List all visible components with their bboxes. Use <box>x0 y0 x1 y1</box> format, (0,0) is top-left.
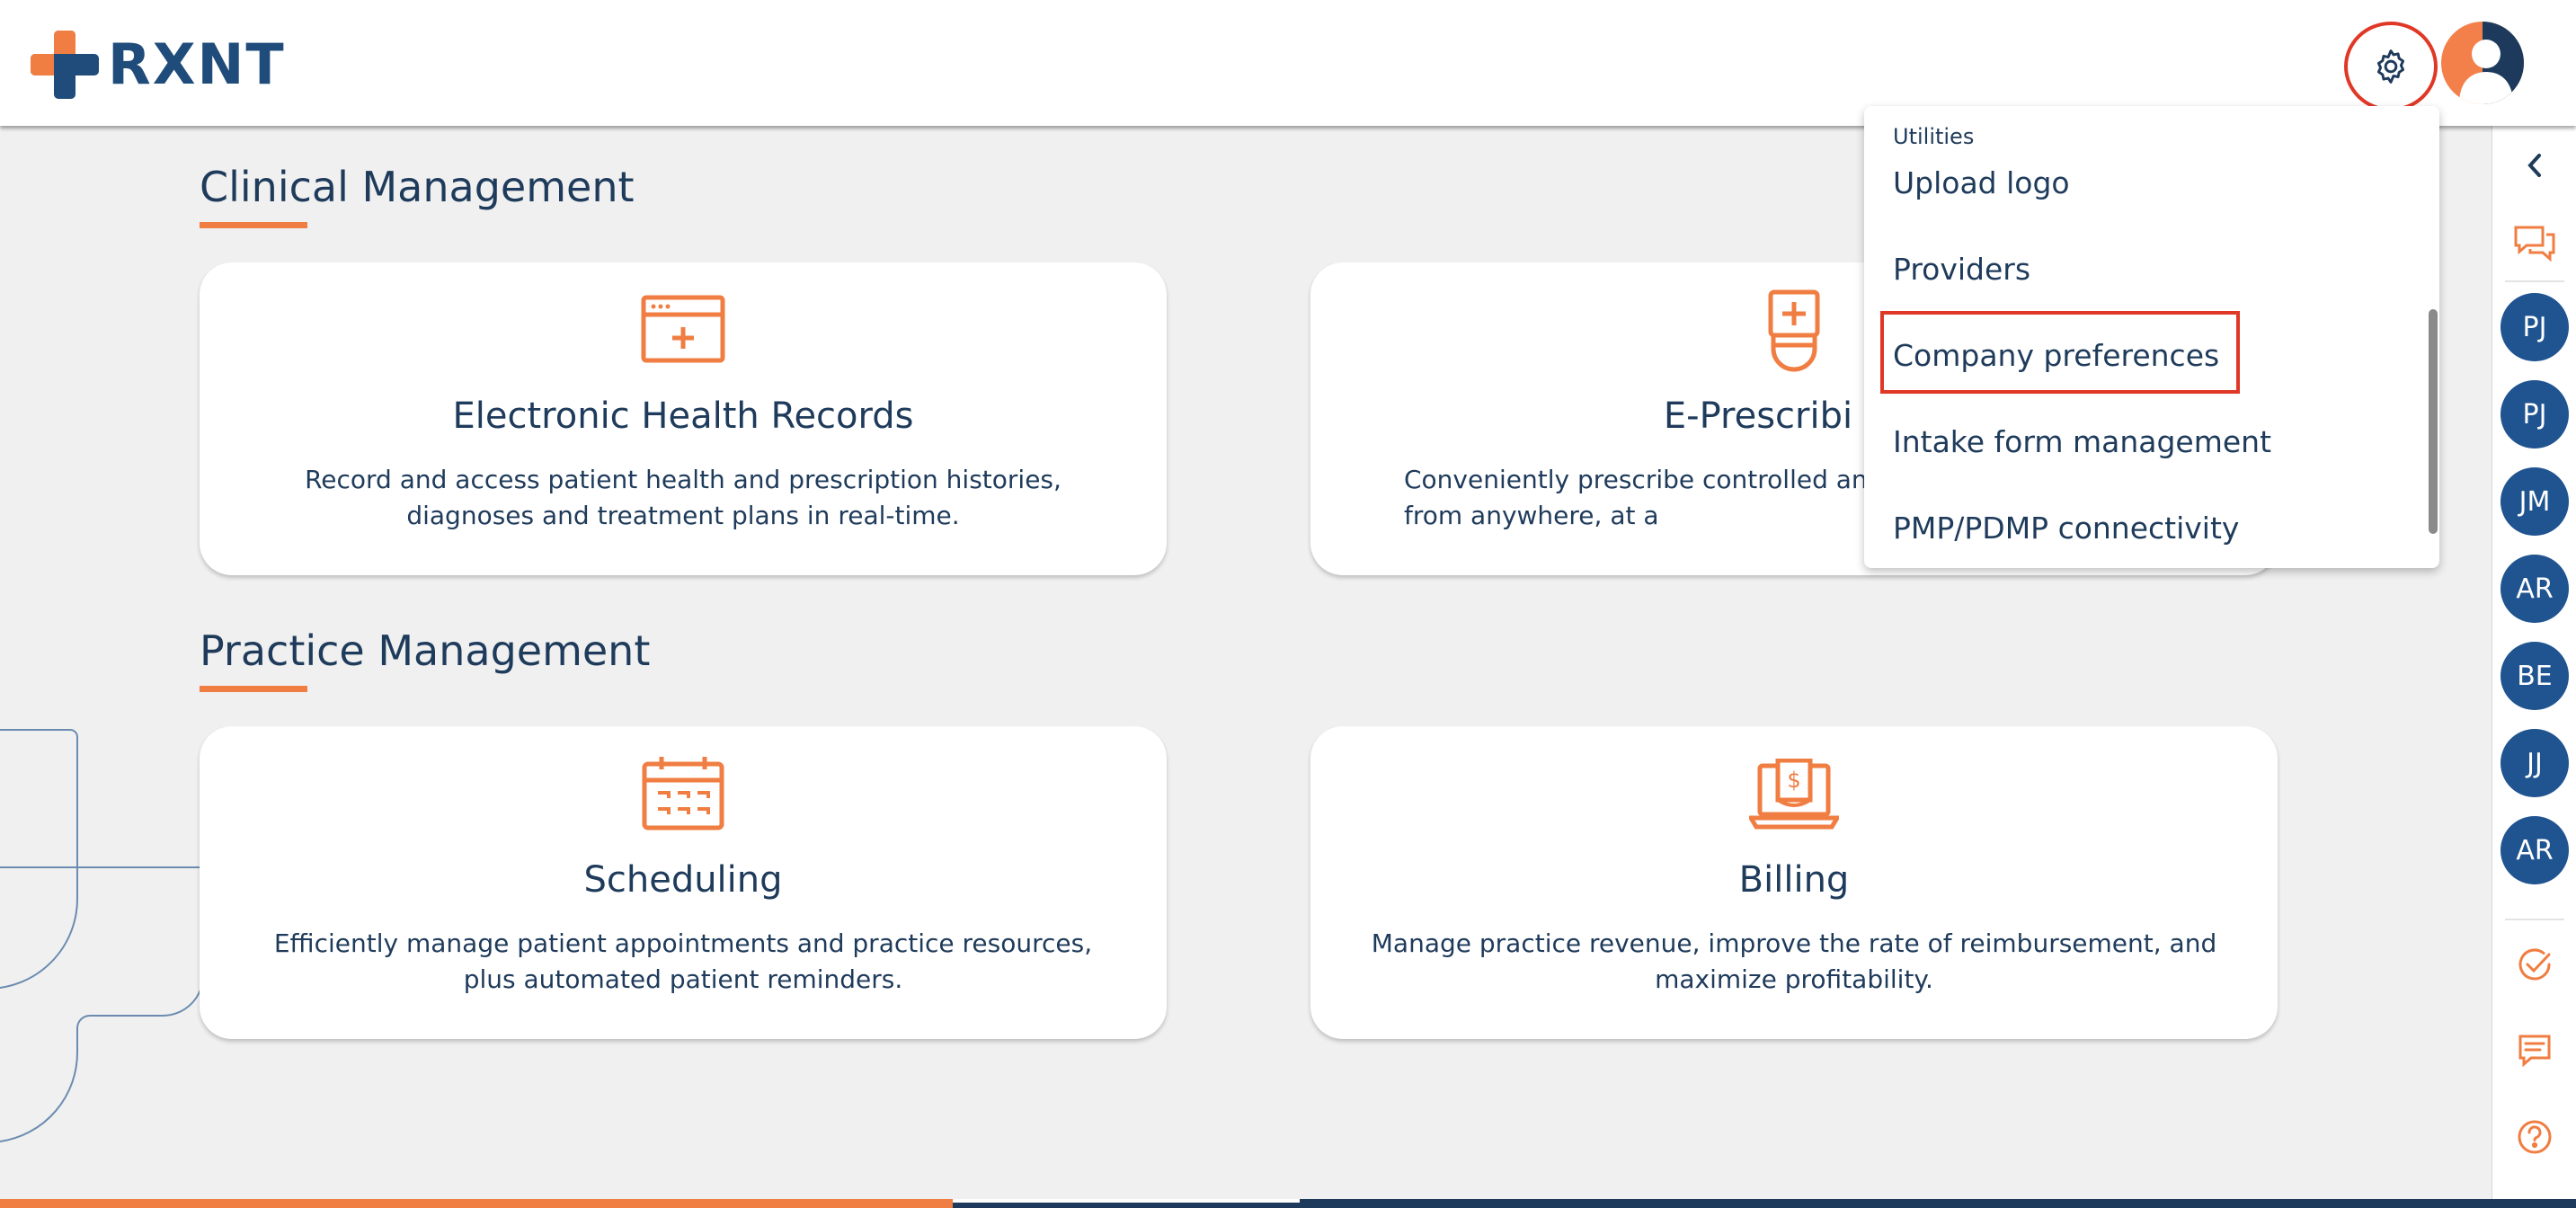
gear-icon <box>2376 49 2405 84</box>
rail-user-2[interactable]: PJ <box>2492 380 2576 449</box>
billing-laptop-icon: $ <box>1749 759 1839 830</box>
dropdown-scrollbar-thumb[interactable] <box>2429 309 2438 534</box>
collapse-rail-button[interactable] <box>2492 147 2576 183</box>
chevron-left-icon <box>2527 154 2541 177</box>
settings-dropdown: Utilities Upload logo Providers Company … <box>1864 106 2439 568</box>
settings-button[interactable] <box>2344 22 2438 111</box>
right-rail: PJ PJ JM AR BE JJ AR <box>2492 126 2576 1199</box>
prescription-bottle-icon <box>1768 289 1820 372</box>
help-button[interactable] <box>2492 1115 2576 1159</box>
section-underline <box>200 686 307 692</box>
rxnt-cross-icon <box>31 31 99 99</box>
rail-user-6[interactable]: JJ <box>2492 729 2576 797</box>
dropdown-category-utilities: Utilities <box>1893 124 1975 149</box>
rail-user-7[interactable]: AR <box>2492 816 2576 884</box>
brand-name: RXNT <box>108 31 286 97</box>
rail-divider <box>2505 280 2564 282</box>
user-initials: AR <box>2500 555 2569 623</box>
chat-button[interactable] <box>2492 219 2576 264</box>
clinical-management-title: Clinical Management <box>200 163 635 211</box>
scheduling-card[interactable]: Scheduling Efficiently manage patient ap… <box>200 726 1167 1039</box>
ehr-card-title: Electronic Health Records <box>452 395 914 437</box>
section-underline <box>200 222 307 228</box>
user-initials: PJ <box>2500 380 2569 449</box>
user-avatar[interactable] <box>2441 22 2524 104</box>
rail-user-3[interactable]: JM <box>2492 467 2576 536</box>
billing-card-description: Manage practice revenue, improve the rat… <box>1371 928 2217 994</box>
ehr-card-description: Record and access patient health and pre… <box>305 465 1061 530</box>
rail-divider <box>2505 919 2564 920</box>
rail-user-4[interactable]: AR <box>2492 555 2576 623</box>
tasks-button[interactable] <box>2492 942 2576 987</box>
ehr-card[interactable]: Electronic Health Records Record and acc… <box>200 262 1167 575</box>
menu-item-pmp-pdmp-connectivity[interactable]: PMP/PDMP connectivity <box>1893 509 2239 548</box>
help-icon <box>2518 1120 2552 1154</box>
bottom-bar-highlight <box>953 1199 1300 1203</box>
scheduling-card-title: Scheduling <box>583 859 783 901</box>
user-initials: JJ <box>2500 729 2569 797</box>
svg-text:$: $ <box>1787 768 1800 793</box>
eprescribing-desc-text: Conveniently prescribe controlled and fr… <box>1404 465 1884 530</box>
practice-management-title: Practice Management <box>200 626 651 675</box>
menu-item-providers[interactable]: Providers <box>1893 250 2030 289</box>
menu-item-upload-logo[interactable]: Upload logo <box>1893 164 2070 203</box>
billing-card[interactable]: $ Billing Manage practice revenue, impro… <box>1310 726 2278 1039</box>
user-initials: PJ <box>2500 293 2569 361</box>
calendar-icon <box>642 757 724 830</box>
rail-user-1[interactable]: PJ <box>2492 293 2576 361</box>
messages-button[interactable] <box>2492 1028 2576 1073</box>
ehr-window-icon <box>641 295 725 363</box>
eprescribing-card-description: Conveniently prescribe controlled and fr… <box>1404 462 1907 534</box>
user-initials: JM <box>2500 467 2569 536</box>
check-circle-icon <box>2518 948 2551 981</box>
rail-user-5[interactable]: BE <box>2492 642 2576 710</box>
message-icon <box>2518 1035 2551 1068</box>
menu-item-company-preferences[interactable]: Company preferences <box>1893 336 2219 376</box>
menu-item-intake-form-management[interactable]: Intake form management <box>1893 422 2271 462</box>
user-initials: BE <box>2500 642 2569 710</box>
background-decoration <box>0 729 204 1142</box>
user-avatar-icon <box>2459 22 2524 104</box>
scheduling-card-description: Efficiently manage patient appointments … <box>273 928 1093 994</box>
user-initials: AR <box>2500 816 2569 884</box>
chat-bubbles-icon <box>2514 226 2555 262</box>
bottom-bar-accent <box>0 1199 953 1208</box>
rxnt-logo[interactable]: RXNT <box>31 31 286 99</box>
billing-card-title: Billing <box>1738 859 1850 901</box>
